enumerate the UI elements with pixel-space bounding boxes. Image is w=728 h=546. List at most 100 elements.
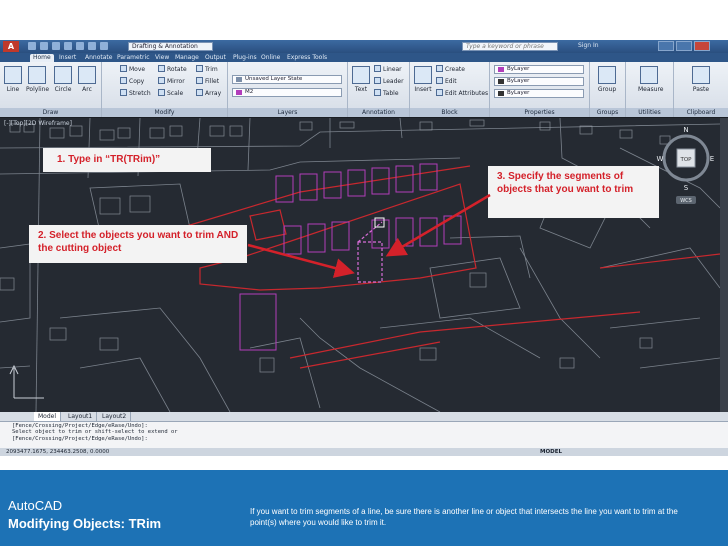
tab-layout2[interactable]: Layout2 bbox=[98, 412, 132, 421]
layer-color-swatch bbox=[236, 90, 242, 95]
layer-state-dropdown[interactable]: Unsaved Layer State bbox=[232, 75, 342, 84]
fillet-tool[interactable]: Fillet bbox=[196, 77, 219, 86]
group-tool[interactable]: Group bbox=[596, 66, 618, 94]
properties-panel-title[interactable]: Properties bbox=[490, 108, 589, 117]
layers-panel-title[interactable]: Layers bbox=[228, 108, 347, 117]
modify-panel-title[interactable]: Modify bbox=[102, 108, 227, 117]
arc-tool[interactable]: Arc bbox=[76, 66, 98, 94]
tab-insert[interactable]: Insert bbox=[56, 54, 79, 62]
leader-icon bbox=[374, 77, 381, 84]
command-prompt[interactable]: [Fence/Crossing/Project/Edge/eRase/Undo]… bbox=[12, 436, 716, 442]
ribbon: Line Polyline Circle Arc Draw Move Rotat… bbox=[0, 62, 728, 117]
footer-app-name: AutoCAD bbox=[8, 498, 63, 513]
circle-icon bbox=[54, 66, 72, 84]
search-input[interactable]: Type a keyword or phrase bbox=[462, 42, 558, 51]
insert-block-tool[interactable]: Insert bbox=[412, 66, 434, 94]
tab-parametric[interactable]: Parametric bbox=[114, 54, 153, 62]
model-space-toggle[interactable]: MODEL bbox=[540, 448, 562, 456]
new-icon[interactable] bbox=[28, 42, 36, 50]
line-tool[interactable]: Line bbox=[2, 66, 24, 94]
callout-step-2: 2. Select the objects you want to trim A… bbox=[29, 225, 247, 263]
group-icon bbox=[598, 66, 616, 84]
fillet-icon bbox=[196, 77, 203, 84]
block-panel: Insert Create Edit Edit Attributes Block bbox=[410, 62, 490, 117]
close-button[interactable] bbox=[694, 41, 710, 51]
mirror-tool[interactable]: Mirror bbox=[158, 77, 185, 86]
current-layer-dropdown[interactable]: M2 bbox=[232, 88, 342, 97]
line-icon bbox=[4, 66, 22, 84]
leader-tool[interactable]: Leader bbox=[374, 77, 404, 86]
copy-tool[interactable]: Copy bbox=[120, 77, 144, 86]
annotation-panel-title[interactable]: Annotation bbox=[348, 108, 409, 117]
redo-icon[interactable] bbox=[100, 42, 108, 50]
groups-panel-title[interactable]: Groups bbox=[590, 108, 625, 117]
callout-step-1: 1. Type in “TR(TRim)” bbox=[43, 148, 211, 172]
print-icon[interactable] bbox=[76, 42, 84, 50]
array-tool[interactable]: Array bbox=[196, 89, 221, 98]
edit-block-tool[interactable]: Edit bbox=[436, 77, 457, 86]
undo-icon[interactable] bbox=[88, 42, 96, 50]
trim-icon bbox=[196, 65, 203, 72]
tab-model[interactable]: Model bbox=[34, 412, 62, 421]
slide-footer: AutoCAD Modifying Objects: TRim If you w… bbox=[0, 470, 728, 546]
paste-tool[interactable]: Paste bbox=[690, 66, 712, 94]
tab-online[interactable]: Online bbox=[258, 54, 283, 62]
viewport-controls-label[interactable]: [-][Top][2D Wireframe] bbox=[4, 120, 72, 127]
move-tool[interactable]: Move bbox=[120, 65, 145, 74]
compass-west[interactable]: W bbox=[657, 155, 664, 163]
scale-tool[interactable]: Scale bbox=[158, 89, 183, 98]
text-tool[interactable]: Text bbox=[350, 66, 372, 94]
linetype-dropdown[interactable]: ByLayer bbox=[494, 77, 584, 86]
vertical-scrollbar[interactable] bbox=[720, 118, 728, 412]
footer-topic: Modifying Objects: TRim bbox=[8, 516, 162, 531]
sign-in-link[interactable]: Sign In bbox=[578, 42, 599, 50]
viewcube[interactable]: TOP N S E W WCS bbox=[656, 122, 716, 218]
create-block-tool[interactable]: Create bbox=[436, 65, 465, 74]
mirror-icon bbox=[158, 77, 165, 84]
layout-tabs: Model Layout1 Layout2 bbox=[0, 412, 728, 421]
tab-manage[interactable]: Manage bbox=[172, 54, 202, 62]
tab-output[interactable]: Output bbox=[202, 54, 229, 62]
pickbox-cursor bbox=[374, 217, 385, 228]
measure-tool[interactable]: Measure bbox=[638, 66, 664, 94]
clipboard-panel-title[interactable]: Clipboard bbox=[674, 108, 728, 117]
save-icon[interactable] bbox=[52, 42, 60, 50]
tab-plug-ins[interactable]: Plug-ins bbox=[230, 54, 260, 62]
table-tool[interactable]: Table bbox=[374, 89, 399, 98]
arc-icon bbox=[78, 66, 96, 84]
application-menu-button[interactable]: A bbox=[3, 41, 19, 52]
compass-north[interactable]: N bbox=[683, 126, 688, 134]
trim-tool[interactable]: Trim bbox=[196, 65, 218, 74]
stretch-tool[interactable]: Stretch bbox=[120, 89, 151, 98]
properties-panel: ByLayer ByLayer ByLayer Properties bbox=[490, 62, 590, 117]
viewcube-face-label: TOP bbox=[679, 157, 692, 163]
open-icon[interactable] bbox=[40, 42, 48, 50]
maximize-button[interactable] bbox=[676, 41, 692, 51]
polyline-tool[interactable]: Polyline bbox=[26, 66, 49, 94]
coordinate-readout[interactable]: 2093477.1675, 234463.2508, 0.0000 bbox=[6, 448, 109, 456]
ribbon-tabs: Home Insert Annotate Parametric View Man… bbox=[0, 53, 728, 62]
layers-panel: Unsaved Layer State M2 Layers bbox=[228, 62, 348, 117]
tab-home[interactable]: Home bbox=[30, 54, 54, 62]
lineweight-dropdown[interactable]: ByLayer bbox=[494, 89, 584, 98]
tab-annotate[interactable]: Annotate bbox=[82, 54, 115, 62]
color-dropdown[interactable]: ByLayer bbox=[494, 65, 584, 74]
edit-attributes-tool[interactable]: Edit Attributes bbox=[436, 89, 488, 98]
utilities-panel-title[interactable]: Utilities bbox=[626, 108, 673, 117]
workspace-dropdown[interactable]: Drafting & Annotation bbox=[128, 42, 213, 51]
tab-view[interactable]: View bbox=[152, 54, 172, 62]
command-window[interactable]: [Fence/Crossing/Project/Edge/eRase/Undo]… bbox=[0, 421, 728, 448]
circle-tool[interactable]: Circle bbox=[52, 66, 74, 94]
annotation-panel: Text Linear Leader Table Annotation bbox=[348, 62, 410, 117]
save-as-icon[interactable] bbox=[64, 42, 72, 50]
draw-panel-title[interactable]: Draw bbox=[0, 108, 101, 117]
tab-layout1[interactable]: Layout1 bbox=[64, 412, 98, 421]
linear-dimension-tool[interactable]: Linear bbox=[374, 65, 402, 74]
rotate-tool[interactable]: Rotate bbox=[158, 65, 187, 74]
copy-icon bbox=[120, 77, 127, 84]
tab-express-tools[interactable]: Express Tools bbox=[284, 54, 330, 62]
minimize-button[interactable] bbox=[658, 41, 674, 51]
block-panel-title[interactable]: Block bbox=[410, 108, 489, 117]
compass-east[interactable]: E bbox=[710, 155, 714, 163]
compass-south[interactable]: S bbox=[684, 184, 689, 192]
